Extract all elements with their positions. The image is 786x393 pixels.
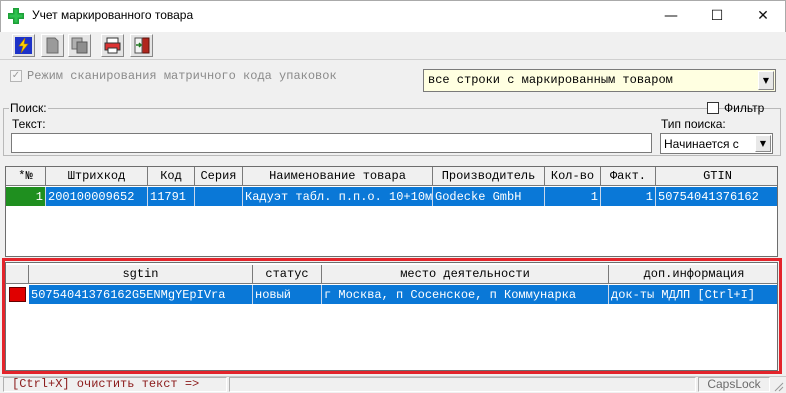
sgtin-row-marker[interactable] (9, 287, 26, 302)
toolbar-button-lightning[interactable] (12, 34, 35, 57)
toolbar-button-copy[interactable] (68, 34, 91, 57)
filter-label: Фильтр (724, 101, 765, 115)
scan-mode-checkbox[interactable]: ✓ (10, 70, 22, 82)
row-filter-select[interactable]: все строки с маркированным товаром ▼ (423, 69, 776, 92)
search-legend: Поиск: (9, 101, 48, 115)
maximize-button[interactable]: ☐ (694, 0, 740, 31)
status-hint: [Ctrl+X] очистить текст => (3, 377, 227, 392)
goods-col-series[interactable]: Серия (195, 167, 243, 186)
sgtin-col-place[interactable]: место деятельности (322, 265, 609, 284)
goods-col-gtin[interactable]: GTIN (656, 167, 777, 186)
row-filter-dropdown-icon[interactable]: ▼ (758, 71, 774, 90)
toolbar-button-print[interactable] (101, 34, 124, 57)
sgtin-col-marker (6, 265, 29, 284)
row-filter-value: все строки с маркированным товаром (428, 73, 673, 87)
lightning-icon (15, 37, 32, 54)
goods-col-number[interactable]: *№ (6, 167, 46, 186)
toolbar-button-exit[interactable] (130, 34, 153, 57)
sgtin-cell-status[interactable]: новый (253, 285, 322, 304)
sgtin-cell-code[interactable]: 50754041376162G5ENMgYEpIVra (29, 285, 253, 304)
sgtin-grid: sgtin статус место деятельности доп.инфо… (5, 262, 778, 371)
sgtin-cell-place[interactable]: г Москва, п Сосенское, п Коммунарка (322, 285, 609, 304)
resize-grip-icon[interactable] (772, 380, 784, 392)
exit-door-icon (134, 37, 150, 54)
document-icon (46, 37, 59, 54)
minimize-button[interactable]: — (648, 0, 694, 31)
goods-cell-maker[interactable]: Godecke GmbH (433, 187, 545, 206)
status-middle (229, 377, 696, 392)
goods-cell-number: 1 (35, 189, 43, 204)
toolbar-button-document[interactable] (41, 34, 64, 57)
search-text-label: Текст: (12, 117, 46, 131)
app-cross-icon (8, 8, 24, 24)
sgtin-cell-info[interactable]: док-ты МДЛП [Ctrl+I] (609, 285, 777, 304)
goods-col-name[interactable]: Наименование товара (243, 167, 433, 186)
goods-row-marker[interactable]: 1 (6, 187, 46, 206)
goods-cell-series[interactable] (195, 187, 243, 206)
print-icon (104, 37, 121, 54)
window-title: Учет маркированного товара (32, 8, 194, 22)
search-text-input[interactable] (11, 133, 652, 153)
sgtin-col-status[interactable]: статус (253, 265, 322, 284)
goods-grid: *№ Штрихкод Код Серия Наименование товар… (5, 166, 778, 257)
goods-cell-gtin[interactable]: 50754041376162 (656, 187, 777, 206)
copy-icon (71, 37, 88, 54)
search-type-dropdown-icon[interactable]: ▼ (755, 135, 771, 152)
status-capslock: CapsLock (698, 377, 770, 392)
goods-cell-fact[interactable]: 1 (601, 187, 656, 206)
goods-col-code[interactable]: Код (148, 167, 195, 186)
goods-col-qty[interactable]: Кол-во (545, 167, 601, 186)
goods-cell-qty[interactable]: 1 (545, 187, 601, 206)
search-type-select[interactable]: Начинается с ▼ (660, 133, 773, 154)
goods-cell-code[interactable]: 11791 (148, 187, 195, 206)
goods-col-fact[interactable]: Факт. (601, 167, 656, 186)
sgtin-col-sgtin[interactable]: sgtin (29, 265, 253, 284)
search-type-value: Начинается с (664, 137, 739, 151)
search-type-label: Тип поиска: (661, 117, 726, 131)
goods-col-maker[interactable]: Производитель (433, 167, 545, 186)
goods-cell-barcode[interactable]: 200100009652 (46, 187, 148, 206)
goods-cell-name[interactable]: Кадуэт табл. п.п.о. 10+10мг (243, 187, 433, 206)
filter-checkbox[interactable] (707, 102, 719, 114)
scan-mode-label: Режим сканирования матричного кода упако… (27, 69, 337, 83)
close-button[interactable]: ✕ (740, 0, 786, 31)
sgtin-col-info[interactable]: доп.информация (609, 265, 777, 284)
goods-col-barcode[interactable]: Штрихкод (46, 167, 148, 186)
